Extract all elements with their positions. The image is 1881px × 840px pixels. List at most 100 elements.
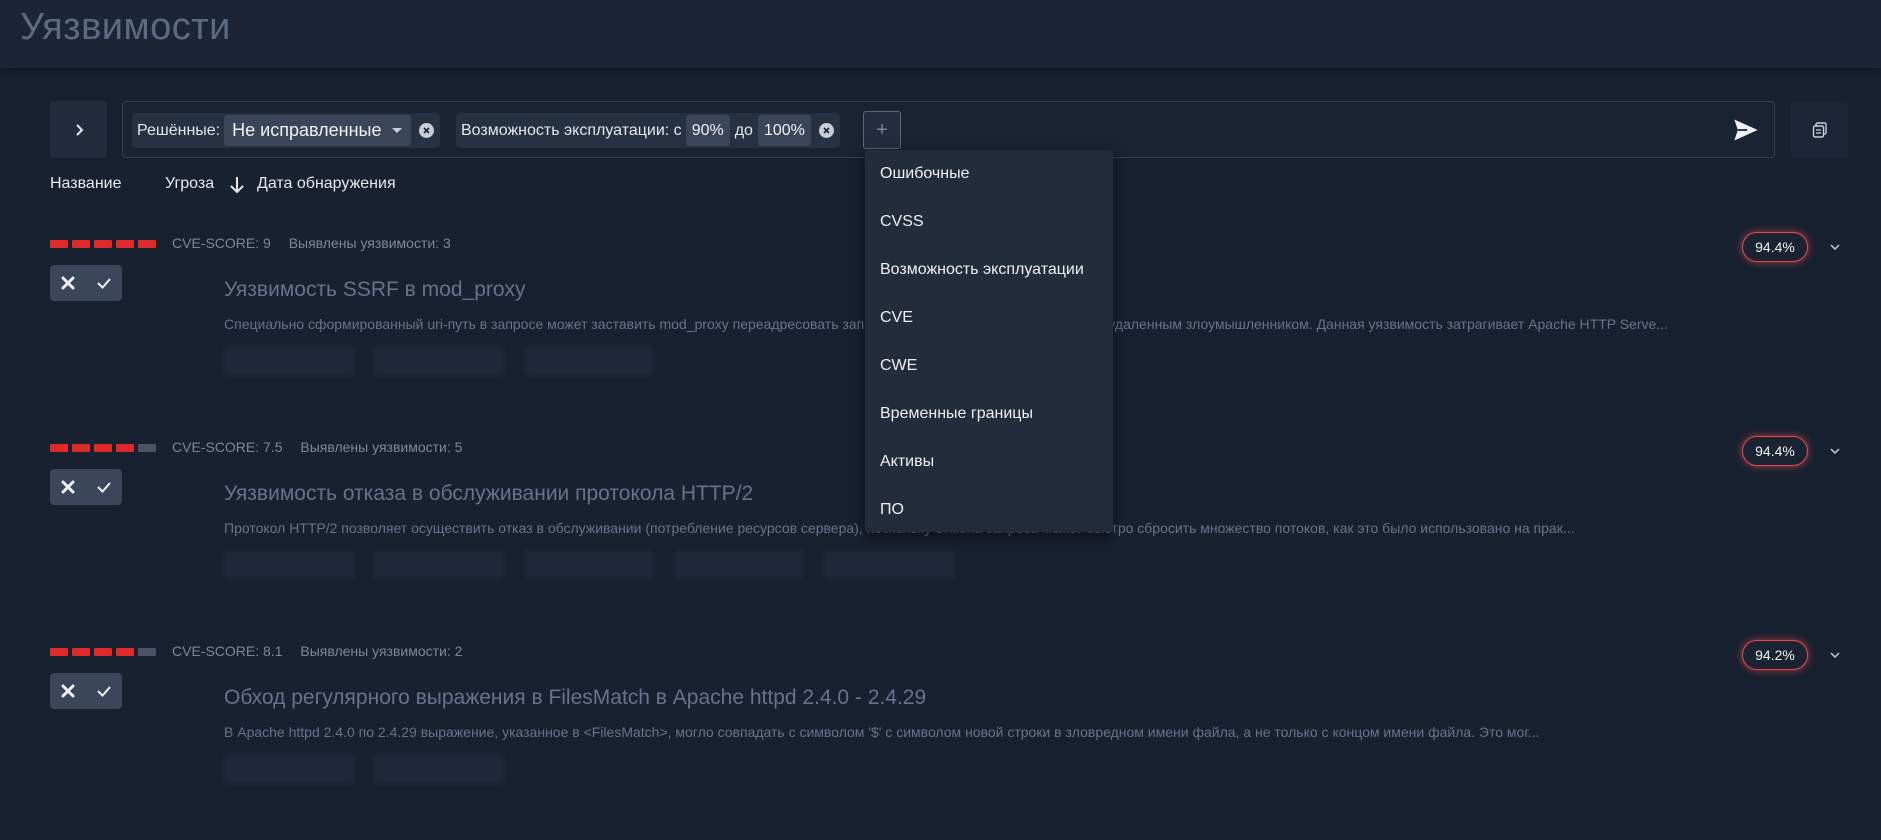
severity-bar — [138, 240, 156, 248]
severity-bar — [94, 240, 112, 248]
filter-resolved-label: Решённые: — [137, 121, 221, 139]
sort-by-name[interactable]: Название — [50, 175, 122, 193]
tag-placeholder — [224, 754, 354, 784]
filter-exploit-to-label: до — [734, 121, 753, 139]
severity-bar — [72, 444, 90, 452]
filter-exploit-to-input[interactable]: 100% — [757, 115, 811, 146]
severity-bar — [72, 240, 90, 248]
dropdown-item[interactable]: CWE — [865, 342, 1113, 390]
filter-exploit-from-input[interactable]: 90% — [685, 115, 730, 146]
chevron-down-icon[interactable] — [1826, 238, 1844, 256]
cve-score: CVE-SCORE: 7.5 — [172, 439, 283, 455]
check-icon — [97, 482, 111, 493]
severity-bar — [50, 648, 68, 656]
confirm-button[interactable] — [89, 268, 119, 298]
dropdown-item[interactable]: ПО — [865, 486, 1113, 534]
tag-placeholder — [374, 550, 504, 580]
found-count: Выявлены уязвимости: 2 — [300, 643, 463, 659]
chevron-down-icon[interactable] — [1826, 646, 1844, 664]
dropdown-item[interactable]: CVSS — [865, 198, 1113, 246]
card-meta: CVE-SCORE: 9 Выявлены уязвимости: 3 — [172, 235, 451, 251]
confirm-button[interactable] — [89, 676, 119, 706]
chevron-down-icon[interactable] — [1826, 442, 1844, 460]
card-tags — [224, 550, 954, 580]
tag-placeholder — [824, 550, 954, 580]
exploit-score-badge: 94.4% — [1742, 232, 1808, 262]
copy-button[interactable] — [1791, 101, 1848, 158]
severity-bars — [50, 240, 156, 248]
tag-placeholder — [524, 346, 654, 376]
cve-score: CVE-SCORE: 8.1 — [172, 643, 283, 659]
tag-placeholder — [524, 550, 654, 580]
card-title[interactable]: Уязвимость отказа в обслуживании протоко… — [224, 482, 753, 506]
severity-bar — [50, 444, 68, 452]
remove-filter-resolved-button[interactable] — [419, 123, 435, 138]
card-meta: CVE-SCORE: 7.5 Выявлены уязвимости: 5 — [172, 439, 462, 455]
close-icon — [423, 127, 431, 134]
filter-exploit-label: Возможность эксплуатации: с — [461, 121, 682, 139]
severity-bar — [94, 648, 112, 656]
cross-icon — [61, 480, 75, 494]
page-header: Уязвимости — [0, 0, 1881, 68]
filter-resolved-value: Не исправленные — [232, 120, 382, 140]
severity-bar — [50, 240, 68, 248]
card-actions — [50, 469, 122, 505]
dropdown-item[interactable]: Временные границы — [865, 390, 1113, 438]
severity-bar — [138, 648, 156, 656]
dismiss-button[interactable] — [53, 676, 83, 706]
remove-filter-exploit-button[interactable] — [818, 123, 834, 138]
caret-down-icon — [392, 127, 403, 133]
exploit-score-badge: 94.4% — [1742, 436, 1808, 466]
cve-score: CVE-SCORE: 9 — [172, 235, 271, 251]
severity-bars — [50, 444, 156, 452]
chevron-right-icon — [75, 123, 83, 136]
check-icon — [97, 278, 111, 289]
dismiss-button[interactable] — [53, 268, 83, 298]
check-icon — [97, 686, 111, 697]
cross-icon — [61, 276, 75, 290]
severity-bar — [116, 444, 134, 452]
found-count: Выявлены уязвимости: 5 — [300, 439, 463, 455]
arrow-down-icon[interactable] — [230, 176, 244, 194]
filter-resolved-select[interactable]: Не исправленные — [224, 115, 412, 146]
severity-bar — [138, 444, 156, 452]
sidebar-toggle-button[interactable] — [50, 101, 107, 158]
dismiss-button[interactable] — [53, 472, 83, 502]
tag-placeholder — [224, 550, 354, 580]
card-title[interactable]: Уязвимость SSRF в mod_proxy — [224, 278, 526, 302]
dropdown-item[interactable]: CVE — [865, 294, 1113, 342]
copy-icon — [1812, 121, 1827, 138]
card-title[interactable]: Обход регулярного выражения в FilesMatch… — [224, 686, 926, 710]
severity-bar — [116, 648, 134, 656]
tag-placeholder — [674, 550, 804, 580]
page-title: Уязвимости — [20, 6, 231, 48]
card-actions — [50, 673, 122, 709]
send-icon[interactable] — [1732, 116, 1760, 144]
tag-placeholder — [374, 346, 504, 376]
found-count: Выявлены уязвимости: 3 — [288, 235, 451, 251]
tag-placeholder — [374, 754, 504, 784]
dropdown-item[interactable]: Возможность эксплуатации — [865, 246, 1113, 294]
vulnerability-card[interactable]: CVE-SCORE: 8.1 Выявлены уязвимости: 2 Об… — [0, 640, 1881, 840]
sort-by-date[interactable]: Дата обнаружения — [257, 175, 396, 193]
sort-by-threat[interactable]: Угроза — [165, 175, 214, 193]
card-actions — [50, 265, 122, 301]
severity-bar — [116, 240, 134, 248]
add-filter-button[interactable]: + — [863, 111, 901, 149]
dropdown-item[interactable]: Активы — [865, 438, 1113, 486]
close-icon — [823, 127, 830, 134]
confirm-button[interactable] — [89, 472, 119, 502]
dropdown-item[interactable]: Ошибочные — [865, 150, 1113, 198]
cross-icon — [61, 684, 75, 698]
tag-placeholder — [224, 346, 354, 376]
card-tags — [224, 754, 504, 784]
filter-chip-exploit: Возможность эксплуатации: с 90% до 100% — [456, 113, 840, 148]
severity-bar — [94, 444, 112, 452]
add-filter-dropdown: Ошибочные CVSS Возможность эксплуатации CVE… — [865, 150, 1113, 532]
card-description: В Apache httpd 2.4.0 по 2.4.29 выражение… — [224, 724, 1540, 740]
card-meta: CVE-SCORE: 8.1 Выявлены уязвимости: 2 — [172, 643, 462, 659]
severity-bar — [72, 648, 90, 656]
exploit-score-badge: 94.2% — [1742, 640, 1808, 670]
card-tags — [224, 346, 654, 376]
filter-chip-resolved: Решённые: Не исправленные — [132, 113, 441, 148]
